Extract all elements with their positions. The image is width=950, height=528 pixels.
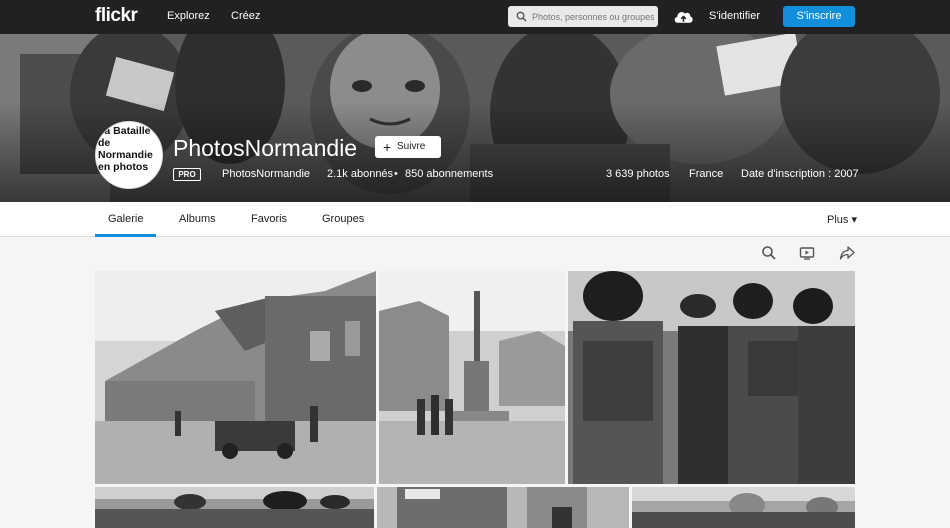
search-box[interactable] — [508, 6, 658, 27]
active-tab-indicator — [95, 234, 156, 237]
photos-count: 3 639 photos — [606, 168, 670, 180]
profile-tabs: Galerie Albums Favoris Groupes Plus ▾ — [0, 202, 950, 237]
search-input[interactable] — [532, 8, 654, 25]
upload-cloud-icon[interactable] — [673, 8, 694, 25]
profile-joined: Date d'inscription : 2007 — [741, 168, 859, 180]
tab-gallery[interactable]: Galerie — [108, 213, 143, 225]
follow-label: Suivre — [397, 141, 426, 152]
profile-name: PhotosNormandie — [173, 135, 358, 161]
search-icon — [516, 11, 527, 22]
share-icon[interactable] — [839, 245, 855, 261]
following-count[interactable]: 850 abonnements — [405, 168, 493, 180]
top-navbar: flickr Explorez Créez S'identifier S'ins… — [0, 0, 950, 34]
more-dropdown[interactable]: Plus ▾ — [827, 213, 857, 226]
tab-albums[interactable]: Albums — [179, 213, 216, 225]
tab-groups[interactable]: Groupes — [322, 213, 364, 225]
pro-badge: PRO — [173, 168, 201, 181]
gallery-photo[interactable] — [632, 487, 855, 528]
nav-explore[interactable]: Explorez — [167, 10, 210, 22]
avatar[interactable]: La Bataille de Normandie en photos — [95, 121, 163, 189]
gallery-photo[interactable] — [95, 271, 376, 484]
gallery-photo[interactable] — [568, 271, 855, 484]
signup-button[interactable]: S'inscrire — [783, 6, 855, 27]
avatar-text: La Bataille de Normandie en photos — [98, 125, 153, 173]
search-icon[interactable] — [761, 245, 777, 261]
followers-count[interactable]: 2.1k abonnés — [327, 168, 393, 180]
gallery-photo[interactable] — [95, 487, 374, 528]
signin-link[interactable]: S'identifier — [709, 10, 760, 22]
flickr-logo[interactable]: flickr — [95, 5, 138, 27]
gallery-photo[interactable] — [377, 487, 629, 528]
tab-favorites[interactable]: Favoris — [251, 213, 287, 225]
profile-username: PhotosNormandie — [222, 168, 311, 180]
meta-separator: • — [394, 168, 398, 180]
follow-button[interactable]: + Suivre — [375, 136, 441, 158]
plus-icon: + — [383, 139, 392, 155]
nav-create[interactable]: Créez — [231, 10, 260, 22]
slideshow-icon[interactable] — [799, 245, 815, 261]
profile-country: France — [689, 168, 724, 180]
gallery-photo[interactable] — [379, 271, 565, 484]
